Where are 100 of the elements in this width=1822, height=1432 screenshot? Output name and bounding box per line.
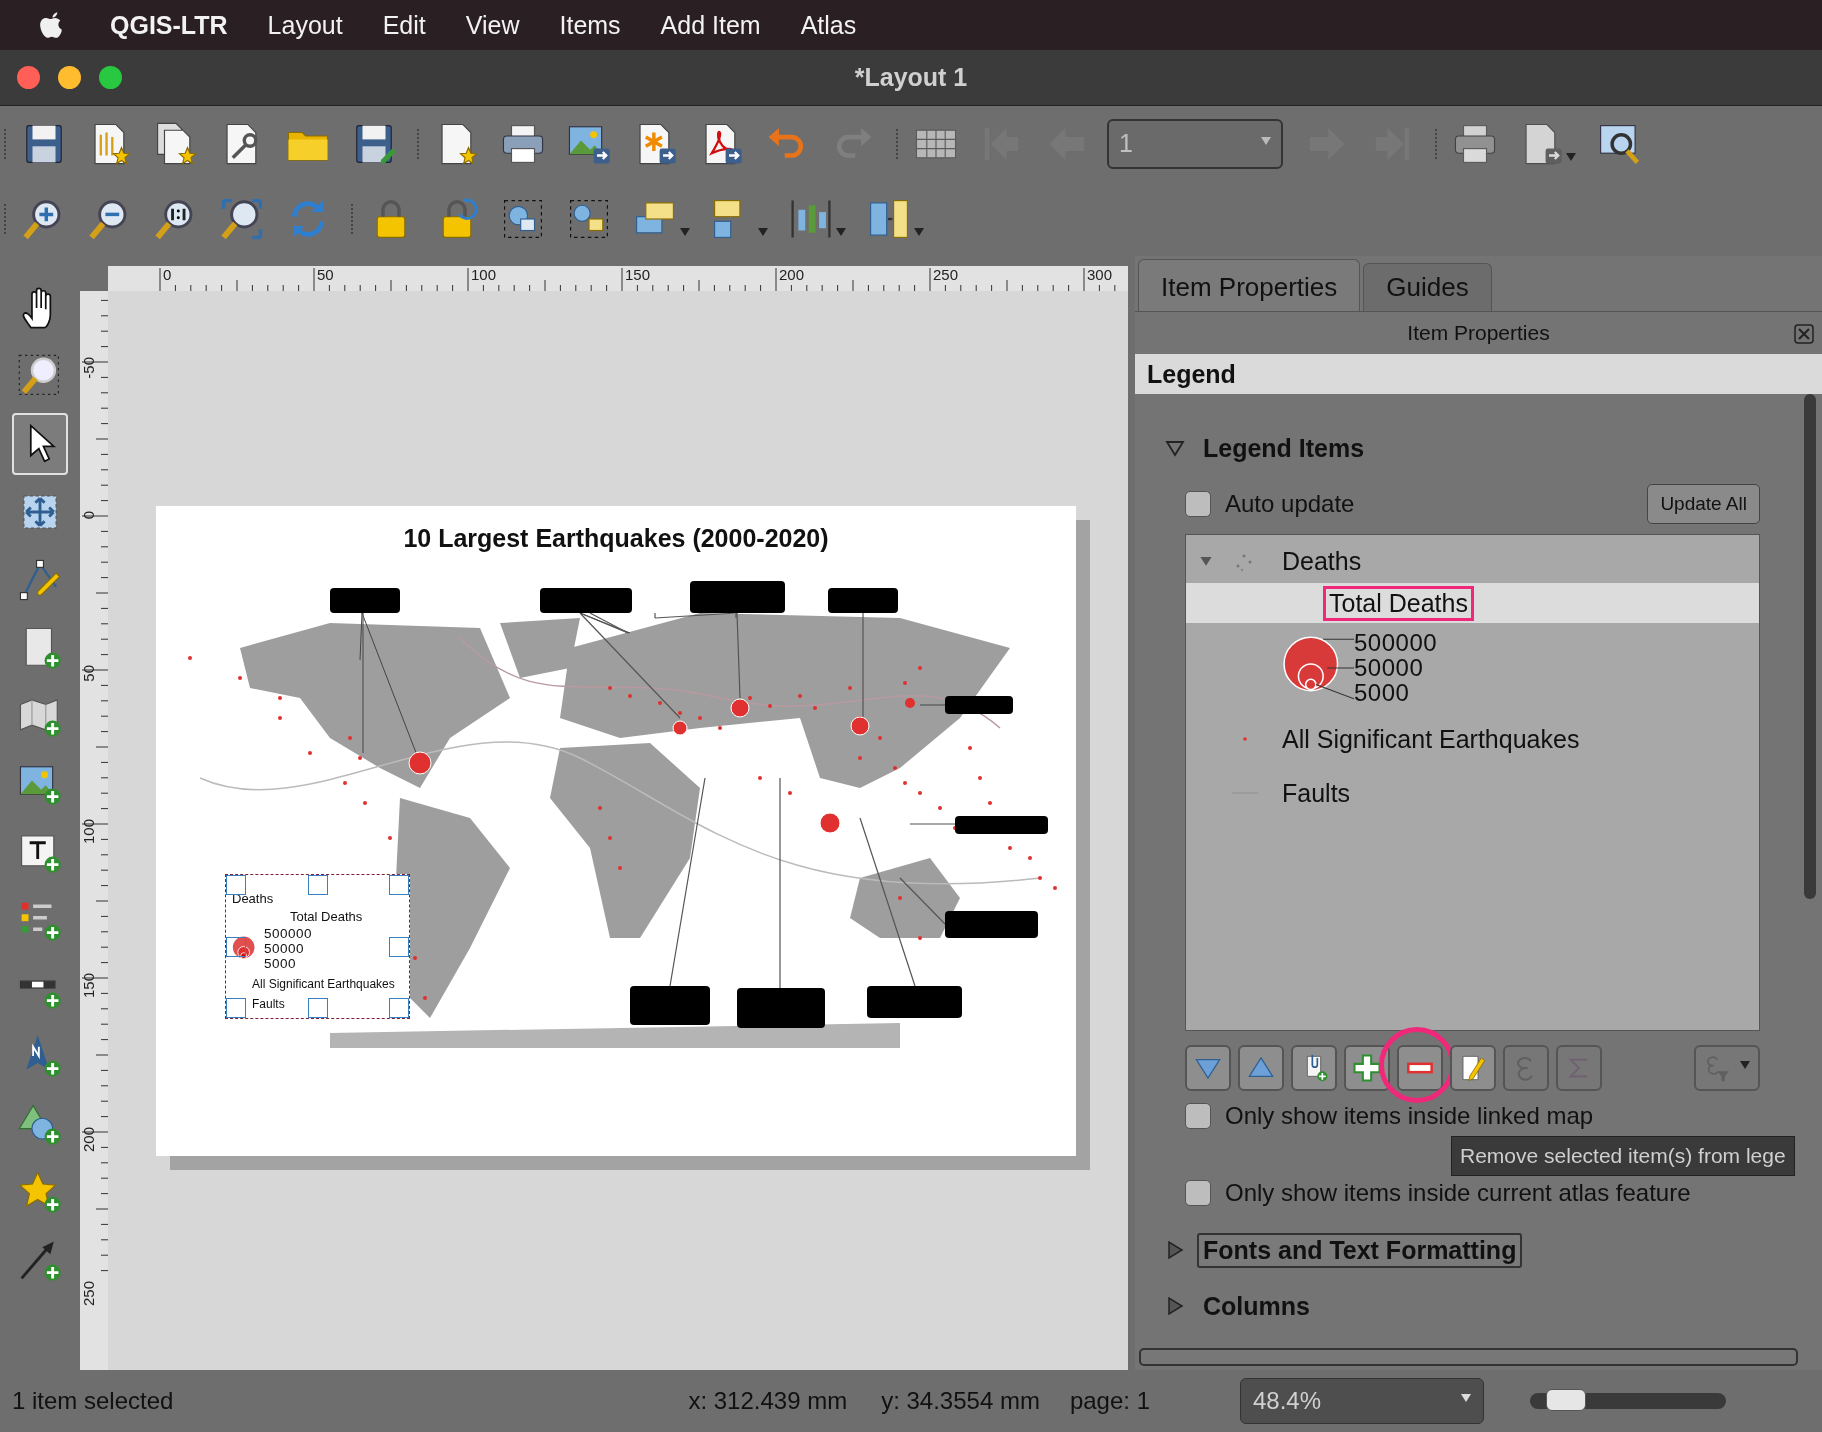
minus-button[interactable]: [1397, 1045, 1443, 1091]
slider-thumb[interactable]: [1545, 1389, 1586, 1411]
map-legend[interactable]: Deaths Total Deaths 500000 50000 5000 All Significant Earthquakes Faults: [225, 874, 410, 1019]
caret-icon[interactable]: [680, 227, 690, 236]
legend-size-label: 50000: [264, 941, 306, 956]
ruler-label: 200: [80, 1127, 97, 1153]
status-message: 1 item selected: [12, 1387, 174, 1415]
menu-item[interactable]: Items: [559, 10, 621, 40]
selection-handle[interactable]: [226, 875, 246, 895]
tree-row[interactable]: Faults: [1186, 771, 1759, 815]
caret-icon[interactable]: [1566, 152, 1576, 161]
triangle-down-button[interactable]: [1185, 1045, 1231, 1091]
ruler-label: 150: [80, 973, 97, 999]
size-label: 50000: [1354, 654, 1425, 680]
legend-size-label: 5000: [264, 956, 298, 971]
ruler-label: 100: [80, 819, 97, 845]
caret-icon[interactable]: [914, 227, 924, 236]
edit-nodes-icon: [17, 557, 63, 603]
pointer-tool[interactable]: [12, 413, 68, 475]
menu-item[interactable]: View: [465, 10, 520, 40]
section-header: Legend: [1135, 354, 1822, 394]
caret-icon: [1461, 1394, 1471, 1402]
collapsed-triangle-icon[interactable]: [1165, 1240, 1185, 1260]
tree-row[interactable]: All Significant Earthquakes: [1186, 717, 1759, 761]
selection-handle[interactable]: [307, 875, 328, 895]
ruler-label: 50: [80, 665, 97, 682]
pencil-page-button[interactable]: [1450, 1045, 1496, 1091]
group-add-button[interactable]: [1291, 1045, 1337, 1091]
ruler-label: 300: [1087, 266, 1113, 283]
legend-size-label: 500000: [264, 926, 313, 941]
section-title[interactable]: Columns: [1197, 1288, 1316, 1324]
star-plus-icon: [17, 1169, 63, 1215]
ruler-label: 200: [779, 266, 805, 283]
ruler-label: 100: [471, 266, 497, 283]
tooltip: Remove selected item(s) from lege: [1451, 1136, 1795, 1176]
zoom-dropdown[interactable]: 48.4%: [1240, 1378, 1484, 1424]
section-title[interactable]: Legend Items: [1197, 430, 1371, 466]
selection-handle[interactable]: [389, 936, 409, 957]
horizontal-scrollbar[interactable]: [1139, 1348, 1798, 1366]
checkbox[interactable]: [1185, 1103, 1211, 1129]
caret-icon[interactable]: [758, 227, 768, 236]
tree-item-label: Deaths: [1282, 546, 1362, 576]
tree-item-label: Total Deaths: [1326, 588, 1471, 618]
selection-handle[interactable]: [389, 875, 409, 895]
caret-icon: [1261, 136, 1271, 145]
legend-group-label: Deaths: [232, 891, 274, 906]
tree-item-label: Faults: [1282, 778, 1351, 808]
tree-row[interactable]: 500000 50000 5000: [1186, 627, 1759, 707]
menu-item[interactable]: Layout: [267, 10, 343, 40]
selection-handle[interactable]: [226, 936, 246, 957]
collapsed-triangle-icon[interactable]: [1165, 1296, 1185, 1316]
legend-item-label: All Significant Earthquakes: [252, 977, 395, 991]
close-icon[interactable]: [1794, 324, 1814, 344]
caret-icon[interactable]: [836, 227, 846, 236]
selection-handle[interactable]: [226, 998, 246, 1018]
checkbox-label: Auto update: [1225, 490, 1355, 518]
checkbox[interactable]: [1185, 491, 1211, 517]
tree-row[interactable]: Deaths: [1186, 539, 1759, 583]
selection-handle[interactable]: [307, 998, 328, 1018]
legend-heading: Total Deaths: [290, 909, 363, 924]
ruler-label: -50: [80, 357, 97, 379]
expanded-triangle-icon[interactable]: [1165, 438, 1185, 458]
app-menu[interactable]: QGIS-LTR: [110, 10, 228, 40]
window-title: *Layout 1: [854, 63, 968, 92]
size-label: 5000: [1354, 679, 1411, 705]
size-label: 500000: [1354, 629, 1438, 655]
vertical-scrollbar[interactable]: [1804, 394, 1816, 899]
ruler-label: 50: [317, 266, 334, 283]
map-title: 10 Largest Earthquakes (2000-2020): [402, 522, 830, 554]
minimize-icon[interactable]: [58, 66, 81, 89]
ruler-label: 0: [80, 511, 97, 520]
page-number: page: 1: [1069, 1387, 1150, 1415]
panel-tab[interactable]: Item Properties: [1138, 259, 1361, 311]
x-coordinate: x: 312.439 mm: [688, 1387, 848, 1415]
ruler-label: 250: [80, 1281, 97, 1307]
selection-handle[interactable]: [389, 998, 409, 1018]
point-symbol-icon: [1243, 737, 1247, 741]
legend-item-label: Faults: [252, 997, 285, 1011]
tree-item-label: All Significant Earthquakes: [1282, 724, 1580, 754]
ruler-label: 0: [163, 266, 172, 283]
checkbox-label: Only show items inside current atlas feature: [1225, 1179, 1691, 1207]
menu-item[interactable]: Atlas: [800, 10, 857, 40]
plus-icon: [1352, 1053, 1382, 1083]
checkbox[interactable]: [1185, 1180, 1211, 1206]
section-title[interactable]: Fonts and Text Formatting: [1197, 1232, 1523, 1268]
checkbox-label: Only show items inside linked map: [1225, 1102, 1594, 1130]
plus-button[interactable]: [1344, 1045, 1390, 1091]
tree-row[interactable]: Total Deaths: [1186, 583, 1759, 623]
ruler-label: 250: [933, 266, 959, 283]
panel-title: Item Properties: [1407, 321, 1550, 345]
ruler-label: 150: [625, 266, 651, 283]
menu-item[interactable]: Add Item: [660, 10, 761, 40]
y-coordinate: y: 34.3554 mm: [881, 1387, 1040, 1415]
menu-item[interactable]: Edit: [382, 10, 426, 40]
panel-tab[interactable]: Guides: [1363, 263, 1492, 311]
maximize-icon[interactable]: [99, 66, 122, 89]
close-icon[interactable]: [17, 66, 40, 89]
triangle-up-button[interactable]: [1238, 1045, 1284, 1091]
caret-icon: [1740, 1061, 1750, 1069]
update-all-button[interactable]: Update All: [1647, 484, 1760, 524]
